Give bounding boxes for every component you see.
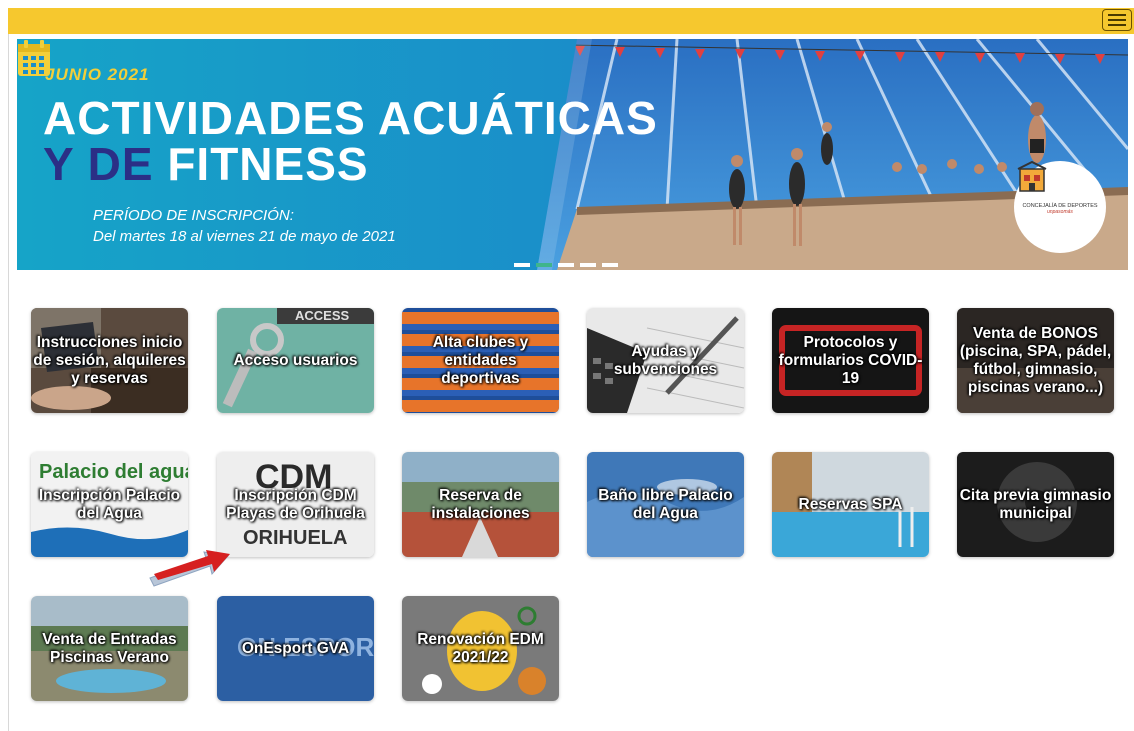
banner-period-dates: Del martes 18 al viernes 21 de mayo de 2… <box>93 228 396 245</box>
banner-month: JUNIO 2021 <box>45 65 150 84</box>
tile-label: Instrucciones inicio de sesión, alquiler… <box>33 333 186 387</box>
tile-label: Inscripción Palacio del Agua <box>38 486 181 522</box>
tile-onesport[interactable]: ON ESPORT OnEsport GVA <box>217 596 374 701</box>
carousel-dot-active[interactable] <box>536 263 552 267</box>
carousel-dot[interactable] <box>514 263 530 267</box>
concejalia-logo: CONCEJALÍA DE DEPORTES unpasomás <box>1014 161 1106 253</box>
tile-ayudas[interactable]: Ayudas y subvenciones <box>587 308 744 413</box>
tile-acceso-usuarios[interactable]: ACCESS Acceso usuarios <box>217 308 374 413</box>
tile-inscripcion-cdm[interactable]: CDM ORIHUELA Inscripción CDM Playas de O… <box>217 452 374 557</box>
tile-label: Alta clubes y entidades deportivas <box>432 333 529 387</box>
hamburger-menu-icon[interactable] <box>1102 9 1132 31</box>
concejalia-logo-icon <box>1017 161 1047 192</box>
tile-cita-gimnasio[interactable]: Cita previa gimnasio municipal <box>957 452 1114 557</box>
carousel-dot[interactable] <box>580 263 596 267</box>
tile-label: Renovación EDM 2021/22 <box>417 630 544 666</box>
carousel-indicators <box>514 263 618 267</box>
tile-instrucciones[interactable]: Instrucciones inicio de sesión, alquiler… <box>31 308 188 413</box>
tile-label: Venta de BONOS (piscina, SPA, pádel, fút… <box>959 324 1112 396</box>
hero-banner-carousel[interactable]: JUNIO 2021 ACTIVIDADES ACUÁTICAS Y DE FI… <box>17 39 1128 270</box>
tile-inscripcion-palacio[interactable]: Palacio del agua Inscripción Palacio del… <box>31 452 188 557</box>
tile-label: Reserva de instalaciones <box>431 486 530 522</box>
tile-label: OnEsport GVA <box>241 639 350 657</box>
calendar-icon <box>18 40 50 76</box>
tile-protocolos-covid[interactable]: Protocolos y formularios COVID-19 <box>772 308 929 413</box>
tile-alta-clubes[interactable]: Alta clubes y entidades deportivas <box>402 308 559 413</box>
tile-bano-libre[interactable]: Baño libre Palacio del Agua <box>587 452 744 557</box>
banner-period-label: PERÍODO DE INSCRIPCIÓN: <box>93 207 294 224</box>
carousel-dot[interactable] <box>602 263 618 267</box>
logo-subtext: unpasomás <box>1047 209 1073 215</box>
tile-venta-entradas[interactable]: Venta de Entradas Piscinas Verano <box>31 596 188 701</box>
tile-reserva-instalaciones[interactable]: Reserva de instalaciones <box>402 452 559 557</box>
tile-label: Cita previa gimnasio municipal <box>959 486 1112 522</box>
tile-label: Inscripción CDM Playas de Orihuela <box>226 486 365 522</box>
page-frame-border <box>8 8 9 731</box>
carousel-dot[interactable] <box>558 263 574 267</box>
tile-venta-bonos[interactable]: Venta de BONOS (piscina, SPA, pádel, fút… <box>957 308 1114 413</box>
tile-label: Reservas SPA <box>798 495 903 513</box>
tile-label: Venta de Entradas Piscinas Verano <box>42 630 177 666</box>
tile-reservas-spa[interactable]: Reservas SPA <box>772 452 929 557</box>
tile-label: Acceso usuarios <box>233 351 358 369</box>
banner-title-dark: Y DE <box>43 138 154 190</box>
tile-label: Ayudas y subvenciones <box>613 342 718 378</box>
pointer-arrow-icon <box>149 550 230 587</box>
banner-title-line2: Y DE FITNESS <box>43 137 369 191</box>
tile-label: Baño libre Palacio del Agua <box>598 486 733 522</box>
banner-title-light: FITNESS <box>167 138 369 190</box>
top-navbar <box>8 8 1134 34</box>
tile-label: Protocolos y formularios COVID-19 <box>778 333 923 387</box>
tile-renovacion-edm[interactable]: Renovación EDM 2021/22 <box>402 596 559 701</box>
